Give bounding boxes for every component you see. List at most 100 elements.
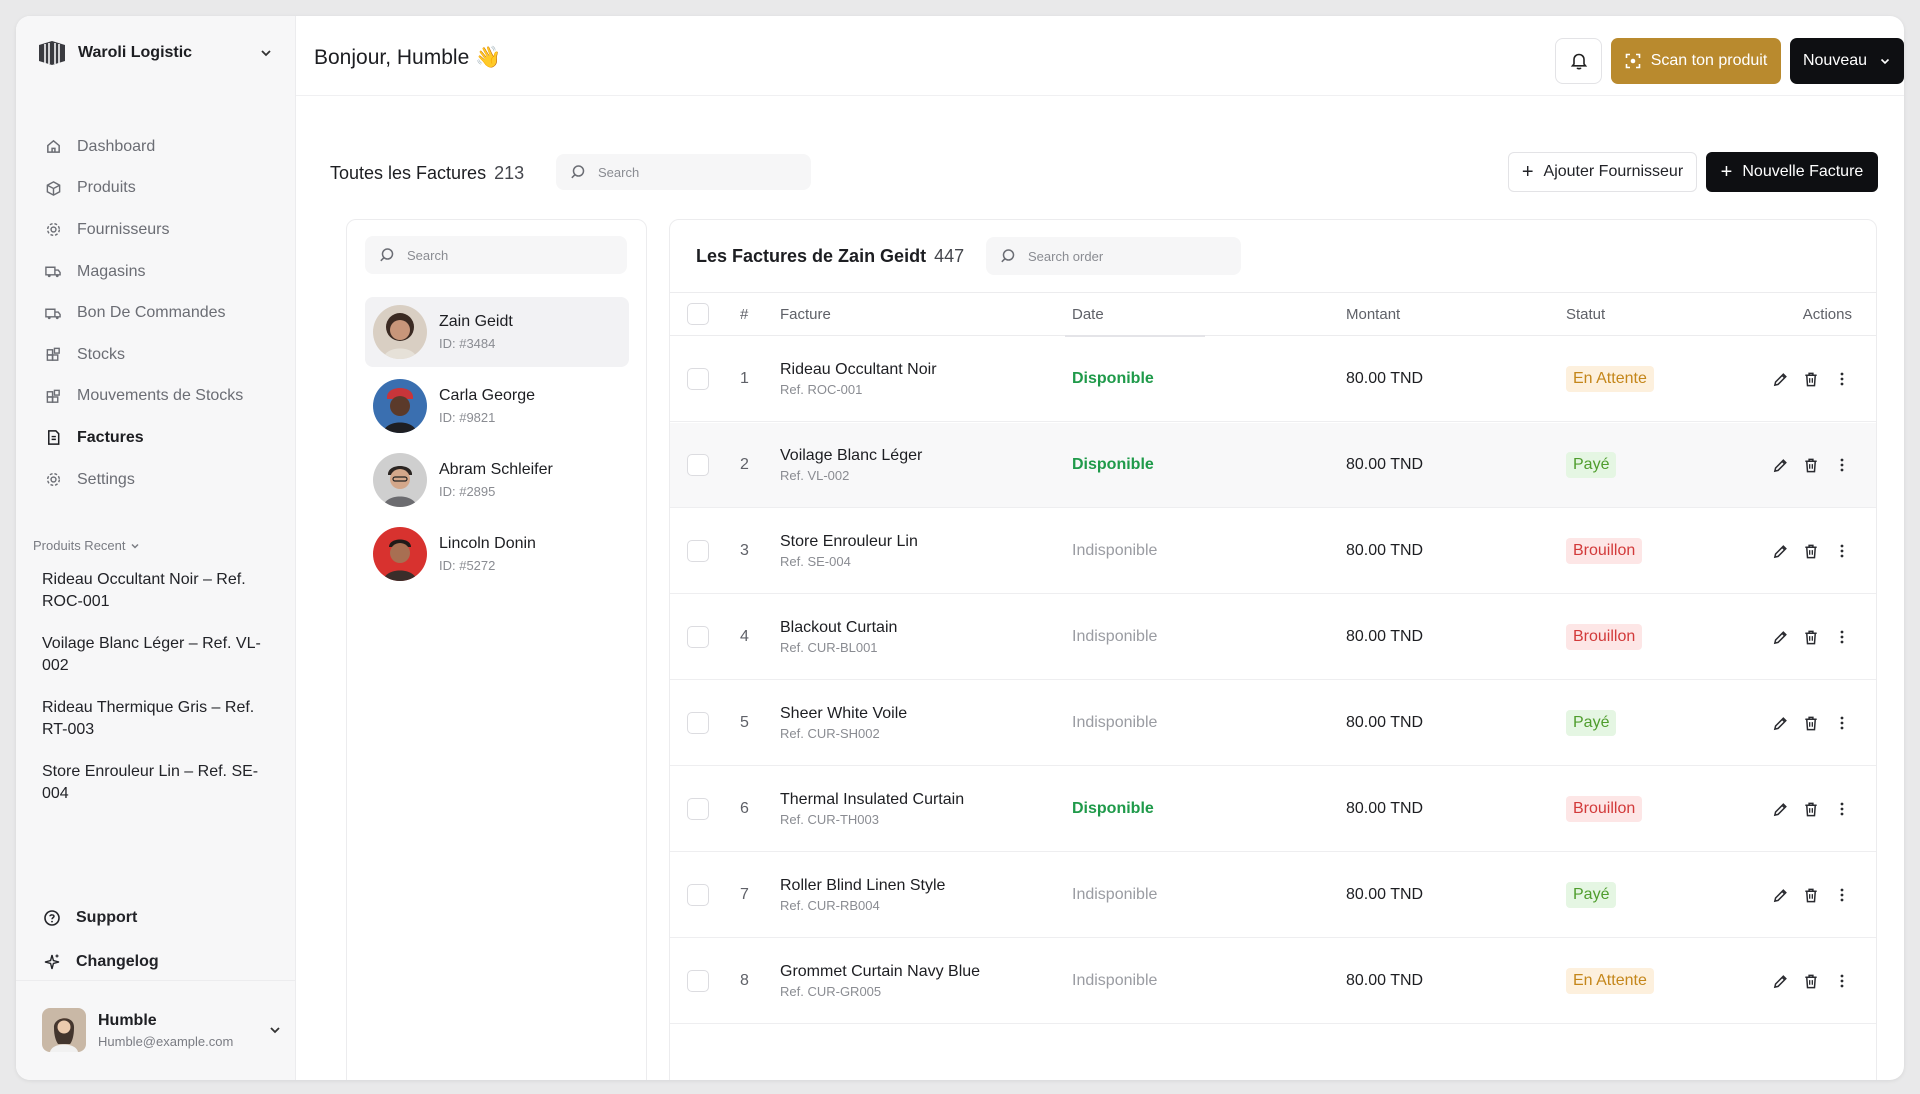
supplier-id: ID: #3484 — [439, 336, 496, 351]
trash-icon[interactable] — [1801, 713, 1821, 733]
more-icon[interactable] — [1832, 369, 1852, 389]
edit-icon[interactable] — [1770, 885, 1790, 905]
recent-products-list: Rideau Occultant Noir – Ref. ROC-001 Voi… — [42, 569, 272, 825]
row-checkbox[interactable] — [687, 626, 709, 648]
column-header-facture[interactable]: Facture — [780, 293, 831, 335]
invoice-name[interactable]: Store Enrouleur Lin — [780, 533, 918, 551]
sidebar-item-label: Produits — [77, 179, 136, 197]
sidebar-item-fournisseurs[interactable]: Fournisseurs — [36, 209, 276, 251]
table-row[interactable]: 5 Sheer White Voile Ref. CUR-SH002 Indispon… — [670, 681, 1876, 766]
column-header-number[interactable]: # — [740, 293, 748, 335]
table-row[interactable]: 3 Store Enrouleur Lin Ref. SE-004 Indisponi… — [670, 509, 1876, 594]
edit-icon[interactable] — [1770, 541, 1790, 561]
supplier-item[interactable]: Abram Schleifer ID: #2895 — [365, 445, 629, 515]
sidebar-item-bon-de-commandes[interactable]: Bon De Commandes — [36, 292, 276, 334]
notifications-button[interactable] — [1555, 38, 1602, 84]
invoice-name[interactable]: Voilage Blanc Léger — [780, 447, 922, 465]
sidebar-item-stocks[interactable]: Stocks — [36, 334, 276, 376]
more-icon[interactable] — [1832, 713, 1852, 733]
user-menu[interactable]: Humble Humble@example.com — [42, 1006, 282, 1054]
trash-icon[interactable] — [1801, 799, 1821, 819]
table-row[interactable]: 4 Blackout Curtain Ref. CUR-BL001 Indisponi… — [670, 595, 1876, 680]
more-icon[interactable] — [1832, 455, 1852, 475]
table-row[interactable]: 2 Voilage Blanc Léger Ref. VL-002 Disponibl… — [670, 423, 1876, 508]
table-row[interactable]: 8 Grommet Curtain Navy Blue Ref. CUR-GR005… — [670, 939, 1876, 1024]
invoice-cell: Blackout Curtain Ref. CUR-BL001 — [780, 595, 897, 679]
column-header-montant[interactable]: Montant — [1346, 293, 1400, 335]
invoice-cell: Sheer White Voile Ref. CUR-SH002 — [780, 681, 907, 765]
more-icon[interactable] — [1832, 541, 1852, 561]
new-invoice-button[interactable]: + Nouvelle Facture — [1706, 152, 1878, 192]
column-header-statut[interactable]: Statut — [1566, 293, 1605, 335]
invoice-ref: Ref. CUR-TH003 — [780, 812, 879, 827]
column-header-date[interactable]: Date — [1072, 293, 1104, 335]
row-checkbox[interactable] — [687, 884, 709, 906]
row-checkbox[interactable] — [687, 970, 709, 992]
edit-icon[interactable] — [1770, 455, 1790, 475]
trash-icon[interactable] — [1801, 369, 1821, 389]
sidebar-item-magasins[interactable]: Magasins — [36, 251, 276, 293]
select-all-checkbox[interactable] — [687, 303, 709, 325]
supplier-search-input[interactable]: Search — [365, 236, 627, 274]
new-menu-button[interactable]: Nouveau — [1790, 38, 1904, 84]
row-checkbox[interactable] — [687, 540, 709, 562]
chevron-down-icon[interactable] — [268, 1023, 282, 1037]
suppliers-panel: Search Zain Geidt ID: #3484 Carla George… — [346, 219, 647, 1080]
sidebar-item-changelog[interactable]: Changelog — [42, 940, 272, 984]
more-icon[interactable] — [1832, 971, 1852, 991]
invoice-name[interactable]: Roller Blind Linen Style — [780, 877, 945, 895]
add-supplier-button[interactable]: + Ajouter Fournisseur — [1508, 152, 1697, 192]
recent-products-toggle[interactable]: Produits Recent — [33, 538, 140, 553]
supplier-item[interactable]: Lincoln Donin ID: #5272 — [365, 519, 629, 589]
row-select-cell — [687, 767, 709, 851]
row-checkbox[interactable] — [687, 368, 709, 390]
invoice-name[interactable]: Rideau Occultant Noir — [780, 361, 937, 379]
table-row[interactable]: 6 Thermal Insulated Curtain Ref. CUR-TH003… — [670, 767, 1876, 852]
edit-icon[interactable] — [1770, 713, 1790, 733]
invoice-name[interactable]: Sheer White Voile — [780, 705, 907, 723]
edit-icon[interactable] — [1770, 971, 1790, 991]
avatar — [373, 453, 427, 507]
workspace-switcher[interactable]: Waroli Logistic — [36, 36, 276, 70]
sidebar-item-mouvements-de-stocks[interactable]: Mouvements de Stocks — [36, 376, 276, 418]
more-icon[interactable] — [1832, 799, 1852, 819]
supplier-item[interactable]: Carla George ID: #9821 — [365, 371, 629, 441]
order-search-input[interactable]: Search order — [986, 237, 1241, 275]
chevron-down-icon[interactable] — [256, 43, 276, 63]
trash-icon[interactable] — [1801, 971, 1821, 991]
sidebar-item-dashboard[interactable]: Dashboard — [36, 126, 276, 168]
recent-product-item[interactable]: Rideau Occultant Noir – Ref. ROC-001 — [42, 569, 272, 613]
invoice-name[interactable]: Grommet Curtain Navy Blue — [780, 963, 980, 981]
recent-product-item[interactable]: Rideau Thermique Gris – Ref. RT-003 — [42, 697, 272, 741]
trash-icon[interactable] — [1801, 885, 1821, 905]
sidebar-item-factures[interactable]: Factures — [36, 417, 276, 459]
row-checkbox[interactable] — [687, 454, 709, 476]
edit-icon[interactable] — [1770, 369, 1790, 389]
table-row[interactable]: 1 Rideau Occultant Noir Ref. ROC-001 Dispon… — [670, 337, 1876, 422]
search-input[interactable]: Search — [556, 154, 811, 190]
row-number: 3 — [740, 542, 749, 559]
more-icon[interactable] — [1832, 627, 1852, 647]
trash-icon[interactable] — [1801, 455, 1821, 475]
recent-product-item[interactable]: Voilage Blanc Léger – Ref. VL-002 — [42, 633, 272, 677]
scan-product-button[interactable]: Scan ton produit — [1611, 38, 1781, 84]
invoice-name[interactable]: Blackout Curtain — [780, 619, 897, 637]
table-row[interactable]: 7 Roller Blind Linen Style Ref. CUR-RB004 I… — [670, 853, 1876, 938]
sidebar-item-support[interactable]: Support — [42, 896, 272, 940]
row-checkbox[interactable] — [687, 712, 709, 734]
invoices-title: Les Factures de Zain Geidt 447 — [696, 246, 964, 267]
row-checkbox[interactable] — [687, 798, 709, 820]
edit-icon[interactable] — [1770, 799, 1790, 819]
row-actions — [1752, 939, 1852, 1023]
sidebar-item-produits[interactable]: Produits — [36, 168, 276, 210]
trash-icon[interactable] — [1801, 627, 1821, 647]
edit-icon[interactable] — [1770, 627, 1790, 647]
supplier-item[interactable]: Zain Geidt ID: #3484 — [365, 297, 629, 367]
brand-logo-icon — [36, 39, 68, 67]
sidebar-item-settings[interactable]: Settings — [36, 459, 276, 501]
trash-icon[interactable] — [1801, 541, 1821, 561]
more-icon[interactable] — [1832, 885, 1852, 905]
invoice-amount: 80.00 TND — [1346, 714, 1424, 731]
recent-product-item[interactable]: Store Enrouleur Lin – Ref. SE-004 — [42, 761, 272, 805]
invoice-name[interactable]: Thermal Insulated Curtain — [780, 791, 964, 809]
